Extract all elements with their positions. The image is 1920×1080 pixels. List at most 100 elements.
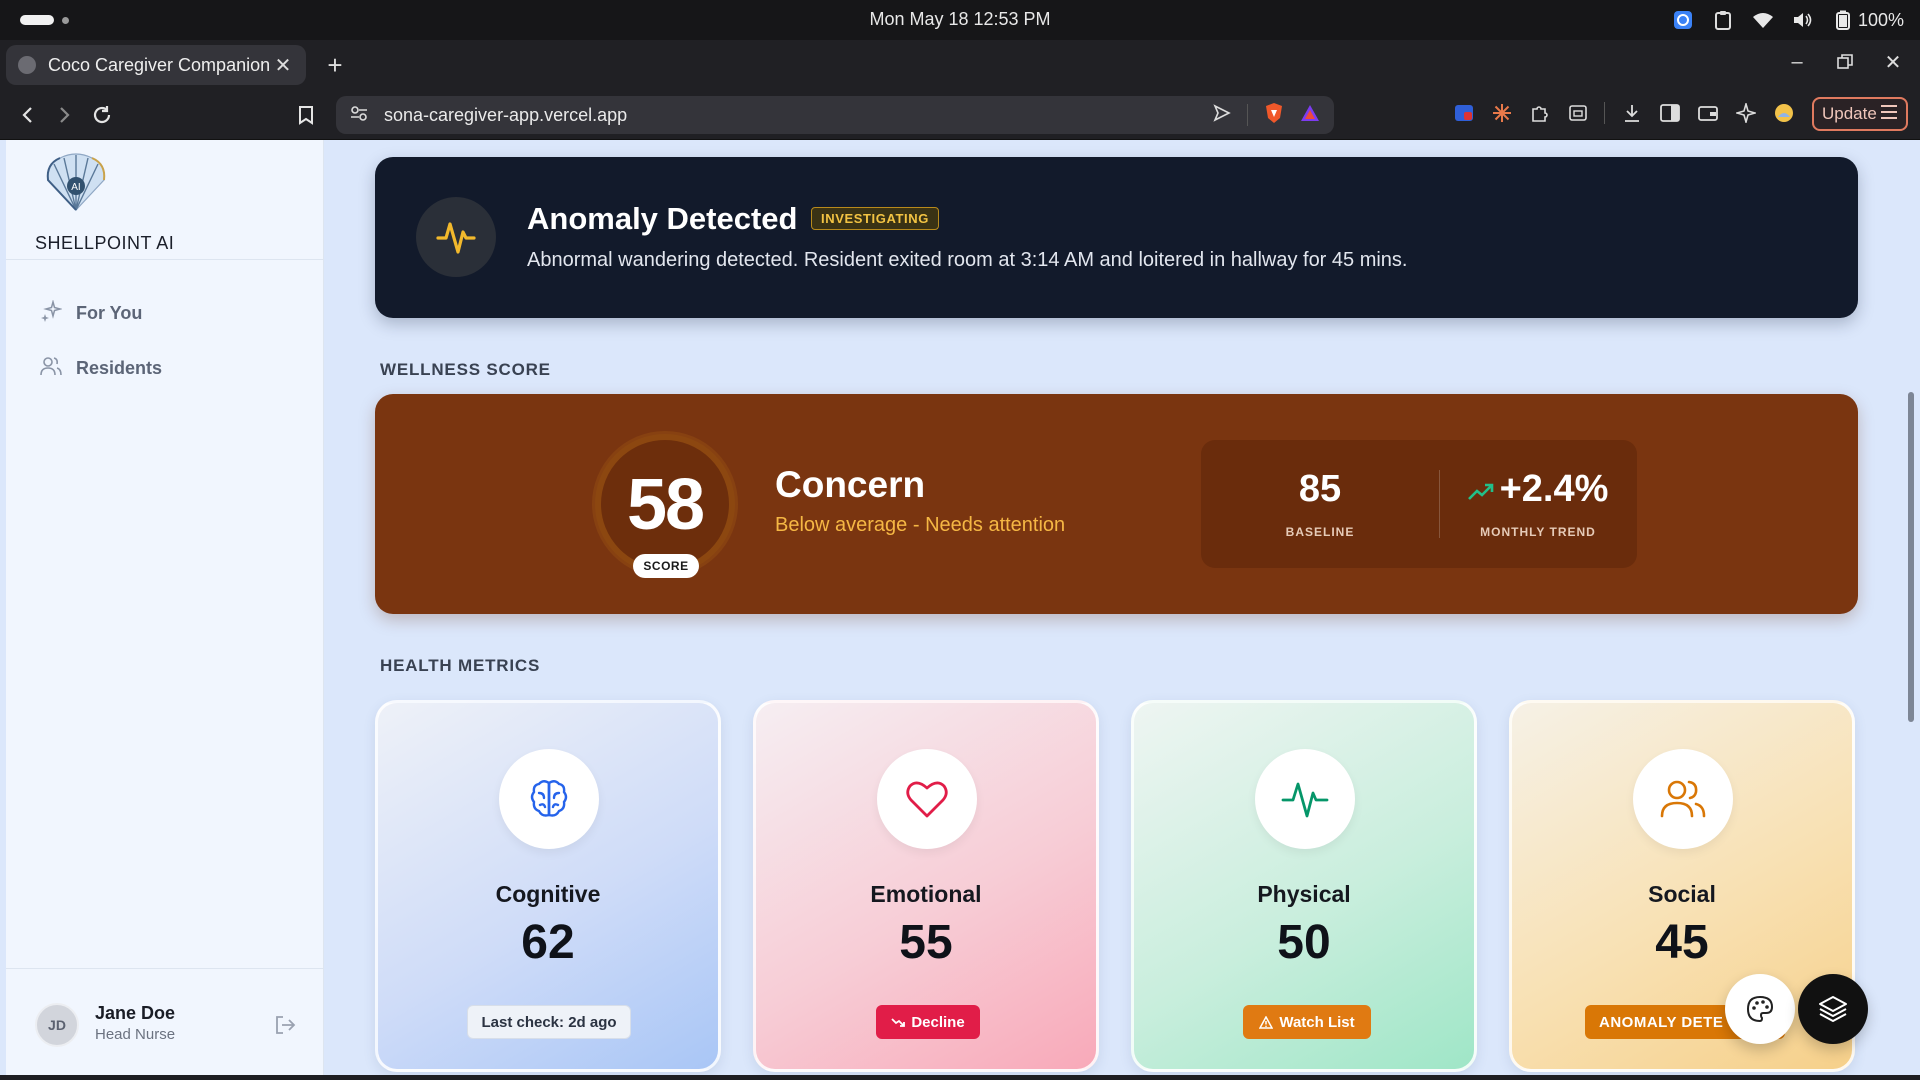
layers-button[interactable] bbox=[1798, 974, 1868, 1044]
metric-value: 55 bbox=[899, 916, 953, 969]
sidebar: AI SHELLPOINT AI For You Residents JD Ja… bbox=[6, 140, 324, 1075]
main-content: Anomaly Detected INVESTIGATING Abnormal … bbox=[324, 140, 1920, 1075]
brand-header: AI SHELLPOINT AI bbox=[6, 140, 324, 260]
anomaly-title: Anomaly Detected bbox=[527, 201, 798, 236]
metric-value: 62 bbox=[521, 916, 575, 969]
trend-label: MONTHLY TREND bbox=[1480, 525, 1596, 539]
sidebar-item-for-you[interactable]: For You bbox=[40, 298, 142, 328]
avatar[interactable]: JD bbox=[35, 1003, 79, 1047]
navigation-bar: sona-caregiver-app.vercel.app Update bbox=[0, 89, 1920, 140]
tab-strip: Coco Caregiver Companion ✕ + – ✕ bbox=[0, 40, 1920, 89]
back-icon[interactable] bbox=[12, 99, 44, 131]
wellness-score-card: 58 SCORE Concern Below average - Needs a… bbox=[375, 394, 1858, 614]
url-text[interactable]: sona-caregiver-app.vercel.app bbox=[384, 105, 1213, 126]
sidebar-toggle-icon[interactable] bbox=[1658, 99, 1681, 127]
profile-avatar-icon[interactable] bbox=[1772, 99, 1795, 127]
omnibox-divider bbox=[1247, 104, 1248, 126]
tab-title: Coco Caregiver Companion bbox=[48, 54, 271, 75]
anomaly-description: Abnormal wandering detected. Resident ex… bbox=[527, 249, 1408, 271]
trending-down-icon bbox=[891, 1018, 906, 1027]
metric-card-physical[interactable]: Physical 50 Watch List bbox=[1131, 700, 1477, 1072]
status-badge: Watch List bbox=[1243, 1005, 1371, 1039]
extension-shield-icon[interactable] bbox=[1452, 99, 1475, 127]
baseline-label: BASELINE bbox=[1285, 525, 1355, 539]
sidebar-item-residents[interactable]: Residents bbox=[40, 353, 162, 383]
screenshot-icon[interactable] bbox=[1566, 99, 1589, 127]
logout-icon[interactable] bbox=[273, 1013, 297, 1037]
user-profile: JD Jane Doe Head Nurse bbox=[6, 968, 324, 1075]
new-tab-button[interactable]: + bbox=[320, 50, 350, 80]
wellness-section-label: WELLNESS SCORE bbox=[380, 360, 551, 379]
warning-icon bbox=[1259, 1015, 1274, 1029]
metric-title: Social bbox=[1648, 881, 1716, 907]
status-badge: INVESTIGATING bbox=[811, 207, 939, 230]
system-tray[interactable]: 100% bbox=[1672, 7, 1904, 33]
forward-icon[interactable] bbox=[48, 99, 80, 131]
users-icon bbox=[1633, 749, 1733, 849]
download-icon[interactable] bbox=[1620, 99, 1643, 127]
update-label: Update bbox=[1822, 104, 1877, 123]
close-window-icon[interactable]: ✕ bbox=[1882, 48, 1904, 76]
update-button[interactable]: Update bbox=[1812, 97, 1908, 131]
logo-text: AI bbox=[71, 182, 80, 193]
sidebar-item-label: For You bbox=[76, 302, 143, 323]
battery-icon[interactable] bbox=[1832, 9, 1854, 31]
battery-percent: 100% bbox=[1857, 9, 1904, 30]
wifi-icon[interactable] bbox=[1752, 9, 1774, 31]
metric-card-emotional[interactable]: Emotional 55 Decline bbox=[753, 700, 1099, 1072]
wallet-icon[interactable] bbox=[1696, 99, 1719, 127]
metrics-section-label: HEALTH METRICS bbox=[380, 656, 541, 675]
app-indicator-icon[interactable] bbox=[1672, 9, 1694, 31]
metric-title: Cognitive bbox=[495, 881, 601, 907]
wellness-stats: 85 BASELINE +2.4% MONTHLY TREND bbox=[1201, 440, 1637, 568]
brand-name: SHELLPOINT AI bbox=[35, 233, 175, 253]
address-bar[interactable]: sona-caregiver-app.vercel.app bbox=[336, 96, 1334, 134]
page-viewport: AI SHELLPOINT AI For You Residents JD Ja… bbox=[0, 140, 1920, 1075]
users-icon bbox=[40, 355, 62, 382]
restore-icon[interactable] bbox=[1834, 48, 1856, 76]
site-settings-icon[interactable] bbox=[350, 104, 368, 127]
score-label: SCORE bbox=[633, 554, 699, 578]
trending-up-icon bbox=[1467, 468, 1494, 511]
extensions-toolbar bbox=[1452, 99, 1795, 127]
leo-ai-icon[interactable] bbox=[1734, 99, 1757, 127]
shellpoint-logo[interactable]: AI bbox=[40, 150, 112, 214]
anomaly-alert-card[interactable]: Anomaly Detected INVESTIGATING Abnormal … bbox=[375, 157, 1858, 318]
minimize-icon[interactable]: – bbox=[1786, 48, 1808, 76]
brave-rewards-icon[interactable] bbox=[1300, 104, 1320, 127]
user-name: Jane Doe bbox=[95, 1003, 176, 1023]
menu-icon[interactable] bbox=[1880, 104, 1898, 125]
browser-tab[interactable]: Coco Caregiver Companion ✕ bbox=[6, 45, 306, 85]
badge-label: Watch List bbox=[1279, 1013, 1355, 1031]
metric-card-cognitive[interactable]: Cognitive 62 Last check: 2d ago bbox=[375, 700, 721, 1072]
brave-shields-icon[interactable] bbox=[1264, 102, 1284, 129]
brain-icon bbox=[499, 749, 599, 849]
send-icon[interactable] bbox=[1213, 103, 1231, 127]
user-role: Head Nurse bbox=[95, 1026, 176, 1043]
activity-icon bbox=[1255, 749, 1355, 849]
window-controls: – ✕ bbox=[1786, 48, 1904, 76]
status-badge: Decline bbox=[876, 1005, 980, 1039]
globe-icon bbox=[18, 56, 36, 74]
clipboard-icon[interactable] bbox=[1712, 9, 1734, 31]
extensions-puzzle-icon[interactable] bbox=[1528, 99, 1551, 127]
badge-label: Decline bbox=[911, 1013, 965, 1031]
sidebar-item-label: Residents bbox=[76, 357, 163, 378]
toolbar-divider bbox=[1604, 102, 1605, 124]
theme-palette-button[interactable] bbox=[1725, 974, 1795, 1044]
layers-icon bbox=[1819, 996, 1847, 1022]
close-tab-icon[interactable]: ✕ bbox=[272, 54, 294, 77]
reload-icon[interactable] bbox=[86, 99, 118, 131]
baseline-value: 85 bbox=[1298, 468, 1342, 510]
score-ring: 58 SCORE bbox=[595, 434, 735, 578]
heart-icon bbox=[877, 749, 977, 849]
system-clock[interactable]: Mon May 18 12:53 PM bbox=[0, 9, 1920, 30]
wellness-status: Concern bbox=[775, 464, 926, 505]
extension-burst-icon[interactable] bbox=[1490, 99, 1513, 127]
bookmark-icon[interactable] bbox=[290, 99, 322, 131]
wellness-score-value: 58 bbox=[626, 465, 705, 545]
trend-value: +2.4% bbox=[1499, 468, 1609, 510]
page-scrollbar[interactable] bbox=[1908, 392, 1914, 722]
metric-value: 50 bbox=[1277, 916, 1331, 969]
volume-icon[interactable] bbox=[1792, 9, 1814, 31]
